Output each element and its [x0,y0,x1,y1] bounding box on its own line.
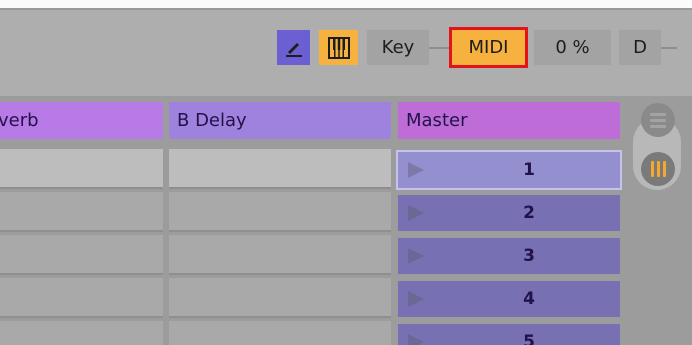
clip-slot[interactable] [0,321,163,345]
clip-slot[interactable] [169,278,391,318]
clip-slot[interactable] [169,192,391,232]
piano-keys-icon [327,36,350,59]
clip-slot[interactable] [0,192,163,232]
scene-launch-2[interactable]: 2 [398,195,620,231]
list-lines-icon [650,112,666,128]
d-connector [661,47,677,49]
key-map-label: Key [381,37,415,58]
scene-launch-5[interactable]: 5 [398,324,620,345]
key-midi-connector [429,47,452,49]
key-map-button[interactable]: Key [367,30,429,65]
track-header-b-delay[interactable]: B Delay [169,102,391,139]
draw-mode-button[interactable] [277,30,310,65]
arrangement-view-button[interactable] [641,103,675,137]
scene-number: 5 [523,332,535,345]
scene-number: 2 [523,203,535,223]
scene-launch-4[interactable]: 4 [398,281,620,317]
scene-number: 4 [523,289,535,309]
track-name-reverb: verb [0,110,39,131]
pencil-icon [285,42,302,57]
clip-slot[interactable] [0,149,163,189]
clip-slot[interactable] [169,149,391,189]
clip-view-icon [650,161,666,177]
clip-slot[interactable] [0,235,163,275]
computer-midi-keyboard-button[interactable] [319,30,358,65]
cpu-load-value: 0 % [555,37,590,58]
track-header-reverb[interactable]: verb [0,102,163,139]
track-name-master: Master [406,110,468,131]
clip-slot[interactable] [0,278,163,318]
live-window: Key MIDI 0 % D verb B Delay Master 1 2 3… [0,0,692,345]
midi-map-button[interactable]: MIDI [449,27,528,68]
disk-overload-indicator[interactable]: D [619,30,661,65]
scene-launch-3[interactable]: 3 [398,238,620,274]
clip-slot[interactable] [169,321,391,345]
scene-number: 3 [523,246,535,266]
track-name-b-delay: B Delay [177,110,247,131]
scene-number: 1 [523,160,535,180]
cpu-load-meter: 0 % [534,30,611,65]
track-header-master[interactable]: Master [398,102,620,139]
clip-slot[interactable] [169,235,391,275]
session-view: verb B Delay Master 1 2 3 4 5 [0,96,692,345]
session-view-button[interactable] [641,152,675,186]
top-divider [0,8,692,10]
disk-overload-label: D [633,37,647,58]
scene-launch-1[interactable]: 1 [396,150,622,190]
midi-map-label: MIDI [468,37,509,58]
